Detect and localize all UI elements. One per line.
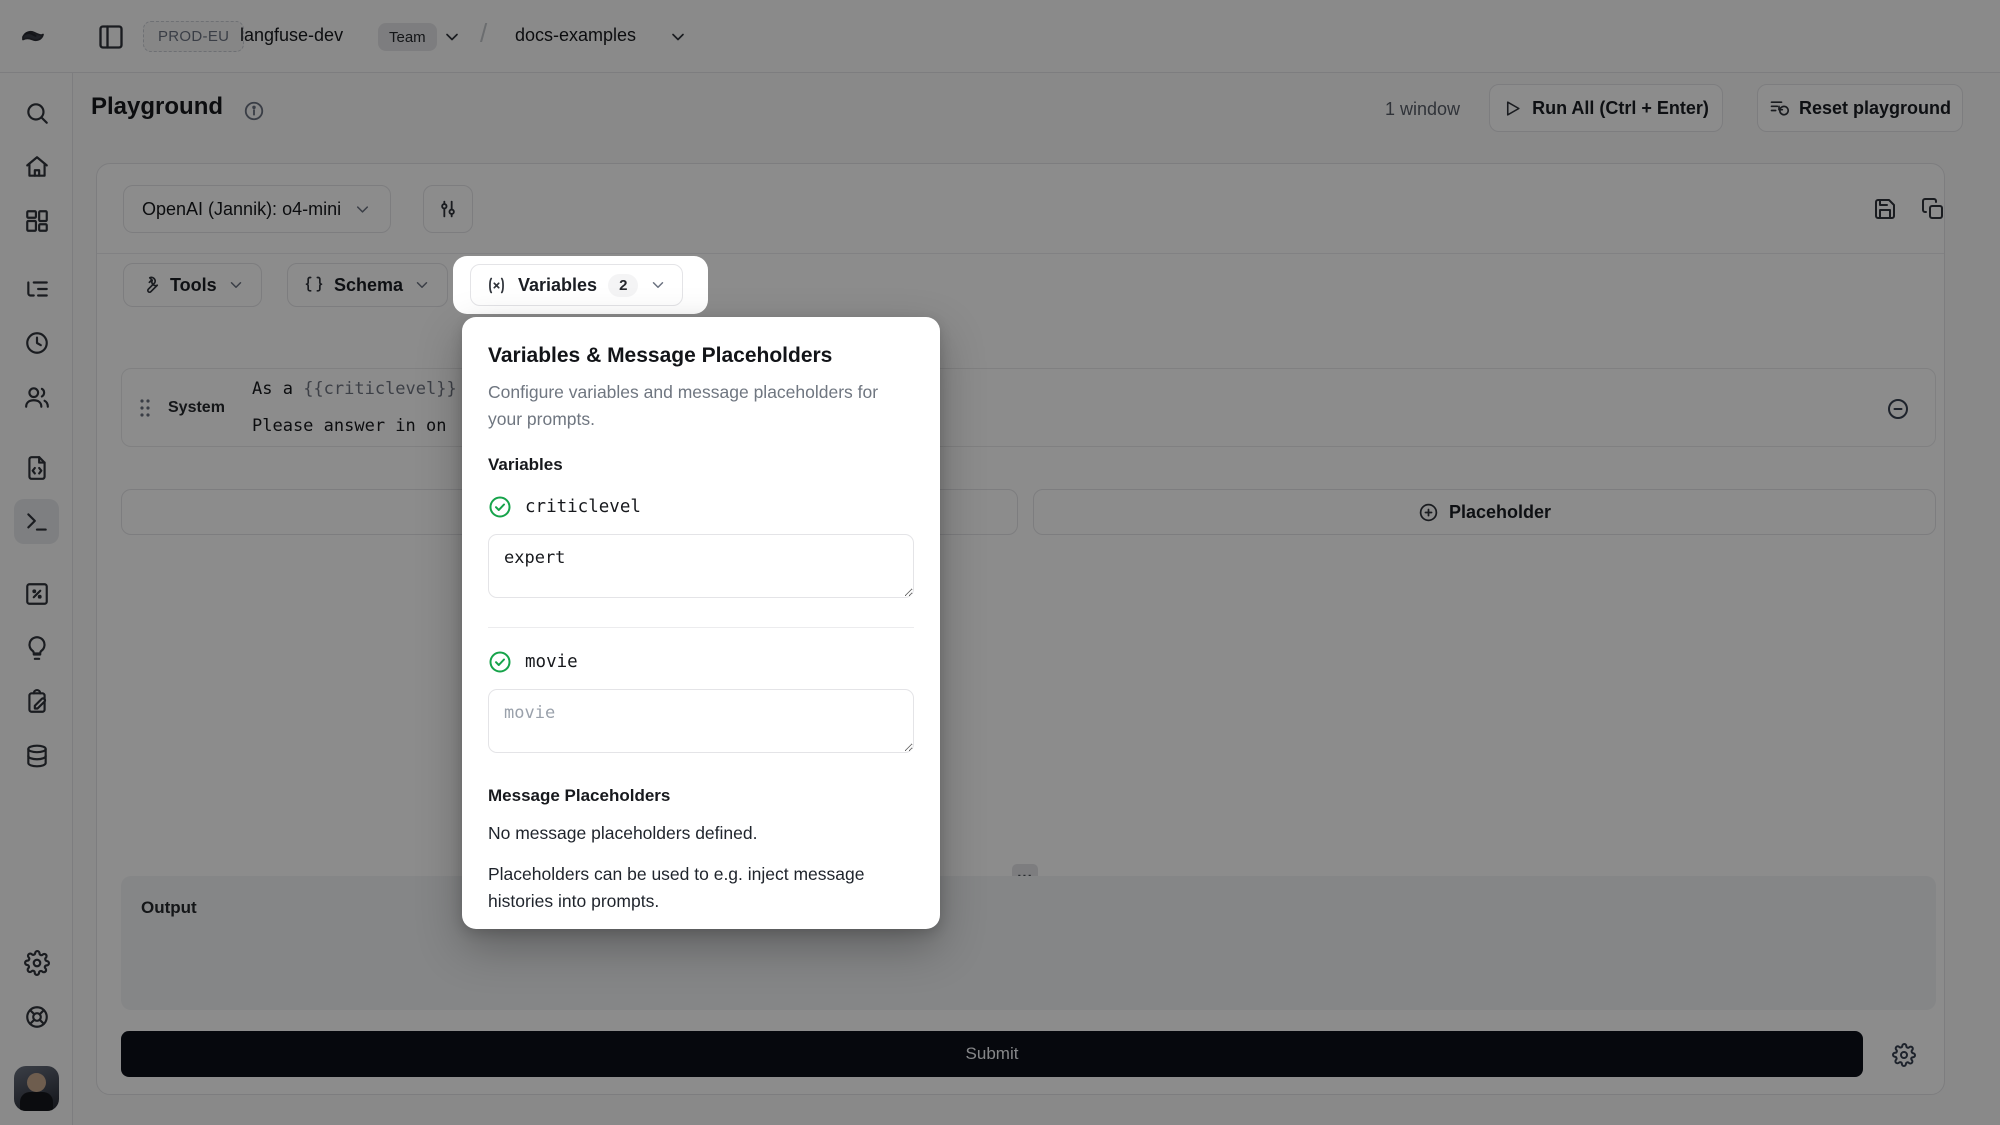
- check-circle-icon: [488, 495, 512, 519]
- variable-name: criticlevel: [525, 497, 641, 517]
- modal-overlay[interactable]: [0, 0, 2000, 1125]
- placeholders-empty-state: No message placeholders defined.: [488, 823, 914, 844]
- variables-dropdown-button[interactable]: Variables 2: [470, 264, 683, 306]
- message-placeholders-heading: Message Placeholders: [488, 786, 914, 806]
- variables-section-heading: Variables: [488, 455, 914, 475]
- variables-popover: Variables & Message Placeholders Configu…: [462, 317, 940, 929]
- variable-value-input[interactable]: expert: [488, 534, 914, 598]
- placeholders-hint: Placeholders can be used to e.g. inject …: [488, 861, 918, 915]
- playground-page: PROD-EU langfuse-dev Team / docs-example…: [0, 0, 2000, 1125]
- variable-entry-criticlevel: criticlevel expert: [488, 495, 914, 603]
- popover-description: Configure variables and message placehol…: [488, 379, 914, 433]
- variable-entry-movie: movie: [488, 627, 914, 758]
- check-circle-icon: [488, 650, 512, 674]
- variables-count-badge: 2: [608, 274, 638, 297]
- popover-title: Variables & Message Placeholders: [488, 344, 914, 368]
- variable-name: movie: [525, 652, 578, 672]
- variable-value-input[interactable]: [488, 689, 914, 753]
- variables-label: Variables: [518, 275, 597, 296]
- variable-icon: [486, 275, 507, 296]
